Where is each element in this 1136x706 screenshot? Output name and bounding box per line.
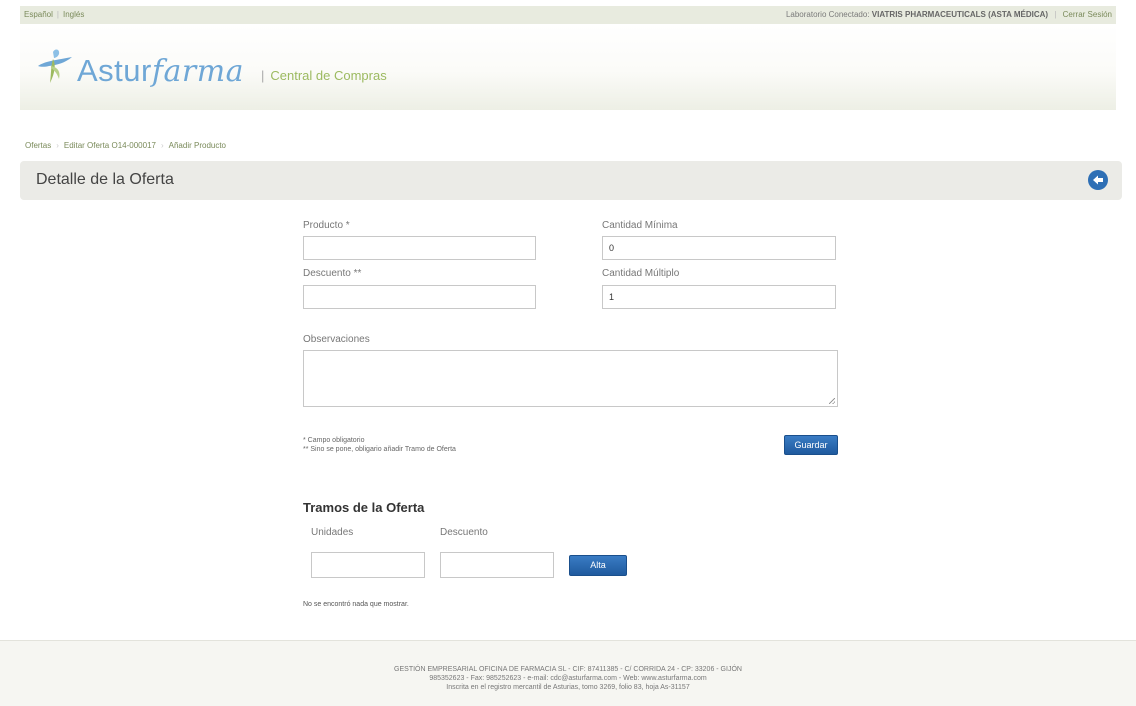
- descuento-input[interactable]: [303, 285, 536, 309]
- tagline: | Central de Compras: [261, 68, 387, 83]
- breadcrumb-separator: ›: [56, 141, 59, 150]
- site-header: Asturfarma | Central de Compras: [20, 24, 1116, 110]
- footer-line-contact: 985352623 - Fax: 985252623 - e-mail: cdc…: [429, 675, 707, 682]
- tramo-descuento-label: Descuento: [440, 527, 488, 538]
- footer-line-registry: Inscrita en el registro mercantil de Ast…: [446, 684, 690, 691]
- tagline-separator: |: [261, 68, 265, 83]
- cantidad-multiplo-label: Cantidad Múltiplo: [602, 268, 680, 279]
- note-optional: ** Sino se pone, obligario añadir Tramo …: [303, 446, 456, 453]
- save-button[interactable]: Guardar: [784, 435, 838, 455]
- cantidad-multiplo-input[interactable]: 1: [602, 285, 836, 309]
- breadcrumb: Ofertas › Editar Oferta O14-000017 › Añadir …: [25, 141, 226, 150]
- lang-ingles-link[interactable]: Inglés: [63, 10, 84, 19]
- brand-wordmark[interactable]: Asturfarma: [77, 53, 244, 89]
- breadcrumb-separator: ›: [160, 141, 164, 150]
- brand-italic: farma: [151, 54, 245, 89]
- session-separator: |: [1054, 10, 1057, 19]
- note-required: * Campo obligatorio: [303, 437, 365, 444]
- footer-line-company: GESTIÓN EMPRESARIAL OFICINA DE FARMACIA …: [394, 666, 742, 673]
- page-title-bar: Detalle de la Oferta: [20, 161, 1122, 200]
- back-button[interactable]: [1088, 170, 1108, 190]
- breadcrumb-item-editar-oferta[interactable]: Editar Oferta O14-000017: [64, 141, 156, 150]
- language-switcher: Español | Inglés: [24, 10, 84, 19]
- lang-espanol-link[interactable]: Español: [24, 10, 53, 19]
- tramo-descuento-input[interactable]: [440, 552, 554, 578]
- page-title: Detalle de la Oferta: [36, 171, 174, 188]
- empty-message: No se encontró nada que mostrar.: [303, 601, 409, 608]
- cantidad-minima-input[interactable]: 0: [602, 236, 836, 260]
- tramos-heading: Tramos de la Oferta: [303, 500, 425, 515]
- tagline-text: Central de Compras: [270, 68, 387, 83]
- alta-button[interactable]: Alta: [569, 555, 627, 576]
- producto-label: Producto *: [303, 220, 350, 231]
- producto-input[interactable]: [303, 236, 536, 260]
- session-info: Laboratorio Conectado: VIATRIS PHARMACEU…: [786, 10, 1112, 19]
- connected-label: Laboratorio Conectado:: [785, 10, 870, 19]
- cross-figure-logo-icon: [38, 49, 72, 83]
- logout-link[interactable]: Cerrar Sesión: [1063, 10, 1112, 19]
- footer-lines: GESTIÓN EMPRESARIAL OFICINA DE FARMACIA …: [0, 665, 1136, 692]
- observaciones-label: Observaciones: [303, 334, 370, 345]
- arrow-left-circle-icon: [1093, 175, 1103, 185]
- unidades-input[interactable]: [311, 552, 425, 578]
- unidades-label: Unidades: [311, 527, 354, 538]
- cantidad-minima-label: Cantidad Mínima: [602, 220, 678, 231]
- form-notes: * Campo obligatorio ** Sino se pone, obl…: [303, 436, 456, 454]
- lang-separator: |: [56, 10, 59, 19]
- connected-lab-name: VIATRIS PHARMACEUTICALS (ASTA MÉDICA): [871, 10, 1049, 19]
- resize-grip-icon[interactable]: [829, 398, 835, 404]
- top-bar: Español | Inglés Laboratorio Conectado: VI…: [20, 6, 1116, 24]
- site-footer: GESTIÓN EMPRESARIAL OFICINA DE FARMACIA …: [0, 640, 1136, 706]
- breadcrumb-item-ofertas[interactable]: Ofertas: [25, 141, 51, 150]
- observaciones-textarea[interactable]: [303, 350, 838, 407]
- brand-main: Astur: [77, 53, 152, 88]
- descuento-label: Descuento **: [303, 268, 362, 279]
- breadcrumb-item-anadir-producto: Añadir Producto: [168, 141, 227, 150]
